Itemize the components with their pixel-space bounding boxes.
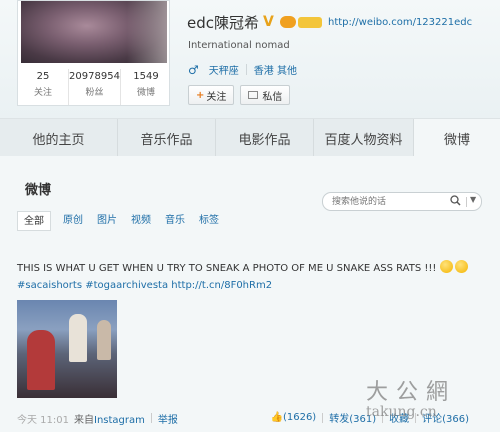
vip-icon[interactable] (280, 16, 296, 28)
profile-name-row: edc陳冠希 V http://weibo.com/123221edc (187, 11, 472, 33)
post-image[interactable] (17, 300, 117, 398)
post-body: THIS IS WHAT U GET WHEN U TRY TO SNEAK A… (17, 263, 437, 274)
divider (466, 197, 467, 207)
location-link[interactable]: 香港 其他 (254, 62, 297, 77)
stat-posts-label: 微博 (136, 88, 155, 98)
image-figure (97, 320, 111, 360)
envelope-icon (248, 91, 259, 99)
male-icon: ♂ (188, 62, 199, 77)
feed-title: 微博 (25, 183, 52, 198)
profile-stats: 25 关注 20978954 粉丝 1549 微博 (18, 69, 171, 105)
source-link[interactable]: Instagram (94, 415, 145, 426)
divider (322, 412, 324, 423)
level-icon[interactable] (298, 16, 322, 28)
stat-posts-count: 1549 (133, 71, 159, 82)
source-prefix: 来自 (74, 414, 94, 426)
avatar[interactable] (21, 1, 167, 63)
follow-button[interactable]: + 关注 (188, 85, 235, 105)
report-link[interactable]: 举报 (158, 411, 178, 426)
post-text: THIS IS WHAT U GET WHEN U TRY TO SNEAK A… (17, 260, 487, 294)
filter-videos[interactable]: 视频 (131, 211, 151, 231)
filter-music[interactable]: 音乐 (165, 211, 185, 231)
verified-icon[interactable]: V (263, 15, 277, 29)
follow-button-label: 关注 (206, 91, 227, 103)
zodiac-link[interactable]: 天秤座 (209, 62, 239, 77)
plus-icon: + (196, 89, 205, 101)
profile-card: 25 关注 20978954 粉丝 1549 微博 (17, 0, 170, 106)
stat-fans[interactable]: 20978954 粉丝 (69, 69, 121, 105)
tab-weibo[interactable]: 微博 (414, 119, 500, 157)
profile-url-link[interactable]: http://weibo.com/123221edc (328, 17, 472, 28)
stat-fans-label: 粉丝 (85, 88, 104, 98)
hashtag-link[interactable]: #togaarchivesta (85, 280, 168, 291)
feed-search: ▼ (322, 192, 482, 211)
like-icon[interactable]: 👍 (271, 412, 283, 423)
watermark-en: takung.cn (366, 404, 437, 420)
tab-music[interactable]: 音乐作品 (118, 119, 216, 157)
profile-actions: + 关注 私信 (188, 85, 296, 105)
divider (150, 413, 152, 423)
profile-tabs: 他的主页 音乐作品 电影作品 百度人物资料 微博 (0, 118, 500, 157)
message-button[interactable]: 私信 (240, 85, 291, 105)
stat-fans-count: 20978954 (69, 71, 120, 82)
post-source: 来自Instagram (74, 411, 145, 426)
feed-filters: 全部 原创 图片 视频 音乐 标签 (17, 211, 233, 231)
grin-emoji-icon (439, 260, 453, 273)
chevron-down-icon[interactable]: ▼ (470, 195, 476, 204)
smile-emoji-icon (454, 260, 468, 273)
watermark-cn: 大公網 (366, 380, 457, 405)
profile-bio: International nomad (188, 40, 290, 51)
message-button-label: 私信 (262, 91, 283, 103)
tab-baidu-profile[interactable]: 百度人物资料 (314, 119, 414, 157)
filter-original[interactable]: 原创 (63, 211, 83, 231)
search-input[interactable] (332, 194, 442, 209)
search-icon[interactable] (450, 195, 461, 206)
filter-all[interactable]: 全部 (17, 211, 51, 231)
post-time[interactable]: 今天 11:01 (17, 411, 69, 426)
like-count[interactable]: (1626) (283, 412, 316, 423)
watermark-logo: 大公網 takung.cn (366, 374, 494, 426)
image-figure (69, 314, 87, 362)
stat-following-label: 关注 (34, 88, 53, 98)
divider (245, 64, 247, 75)
hashtag-link[interactable]: #sacaishorts (17, 280, 82, 291)
stat-following-count: 25 (36, 71, 50, 82)
image-figure (27, 330, 55, 390)
tab-home[interactable]: 他的主页 (0, 119, 118, 157)
filter-images[interactable]: 图片 (97, 211, 117, 231)
tab-movies[interactable]: 电影作品 (216, 119, 314, 157)
filter-tags[interactable]: 标签 (199, 211, 219, 231)
post-url-link[interactable]: http://t.cn/8F0hRm2 (171, 280, 272, 291)
profile-meta: ♂ 天秤座 香港 其他 (188, 62, 297, 78)
stat-following[interactable]: 25 关注 (18, 69, 70, 105)
profile-name: edc陳冠希 (187, 13, 259, 32)
stat-posts[interactable]: 1549 微博 (121, 69, 171, 105)
